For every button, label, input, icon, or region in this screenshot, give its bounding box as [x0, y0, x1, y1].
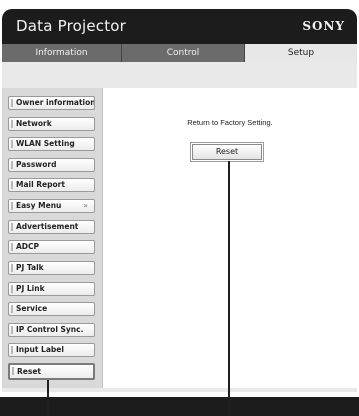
sidebar-item-input-label[interactable]: Input Label: [8, 343, 95, 357]
sidebar-item-label: Service: [16, 304, 48, 313]
sidebar-item-pj-talk[interactable]: PJ Talk: [8, 261, 95, 275]
sidebar-item-label: PJ Talk: [16, 263, 44, 272]
sidebar-item-label: Reset: [17, 367, 41, 376]
sidebar-item-wlan-setting[interactable]: WLAN Setting: [8, 137, 95, 151]
sidebar-item-label: Input Label: [16, 345, 64, 354]
callout-line-sidebar-reset: [47, 380, 49, 416]
sidebar-item-easy-menu[interactable]: Easy Menu »: [8, 199, 95, 213]
sidebar-item-owner-information[interactable]: Owner information: [8, 96, 95, 110]
sidebar-menu: Owner information Network WLAN Setting P…: [2, 88, 103, 388]
sidebar-item-label: ADCP: [16, 242, 40, 251]
callout-line-reset-button: [228, 161, 230, 416]
reset-button[interactable]: Reset: [192, 144, 262, 160]
collapse-chevron-icon[interactable]: »: [83, 200, 88, 212]
sidebar-item-label: IP Control Sync.: [16, 325, 84, 334]
tab-information[interactable]: Information: [2, 44, 122, 62]
sidebar-item-label: Advertisement: [16, 222, 79, 231]
sidebar-item-label: PJ Link: [16, 284, 45, 293]
tab-bar: Information Control Setup: [2, 44, 357, 62]
sidebar-item-network[interactable]: Network: [8, 117, 95, 131]
app-title: Data Projector: [16, 17, 127, 35]
sidebar-item-mail-report[interactable]: Mail Report: [8, 178, 95, 192]
sidebar-item-label: Mail Report: [16, 180, 65, 189]
sidebar-item-reset[interactable]: Reset: [8, 363, 95, 380]
tab-control[interactable]: Control: [122, 44, 245, 62]
sidebar-item-label: Easy Menu: [16, 201, 62, 210]
sidebar-item-label: WLAN Setting: [16, 139, 75, 148]
sidebar-item-label: Password: [16, 160, 57, 169]
sidebar-item-ip-control-sync[interactable]: IP Control Sync.: [8, 323, 95, 337]
sidebar-item-password[interactable]: Password: [8, 158, 95, 172]
sidebar-item-pj-link[interactable]: PJ Link: [8, 282, 95, 296]
tab-setup[interactable]: Setup: [245, 44, 357, 62]
reset-description: Return to Factory Setting.: [187, 118, 273, 127]
sidebar-item-label: Network: [16, 119, 52, 128]
app-header: Data Projector SONY: [2, 9, 357, 44]
footer-bar: [0, 397, 359, 416]
sidebar-item-label: Owner information: [16, 98, 95, 107]
sidebar-item-advertisement[interactable]: Advertisement: [8, 220, 95, 234]
projector-web-ui: Data Projector SONY Information Control …: [0, 0, 359, 416]
sidebar-item-adcp[interactable]: ADCP: [8, 240, 95, 254]
brand-logo: SONY: [302, 19, 345, 33]
main-panel: Return to Factory Setting. Reset: [103, 88, 357, 388]
sidebar-item-service[interactable]: Service: [8, 302, 95, 316]
